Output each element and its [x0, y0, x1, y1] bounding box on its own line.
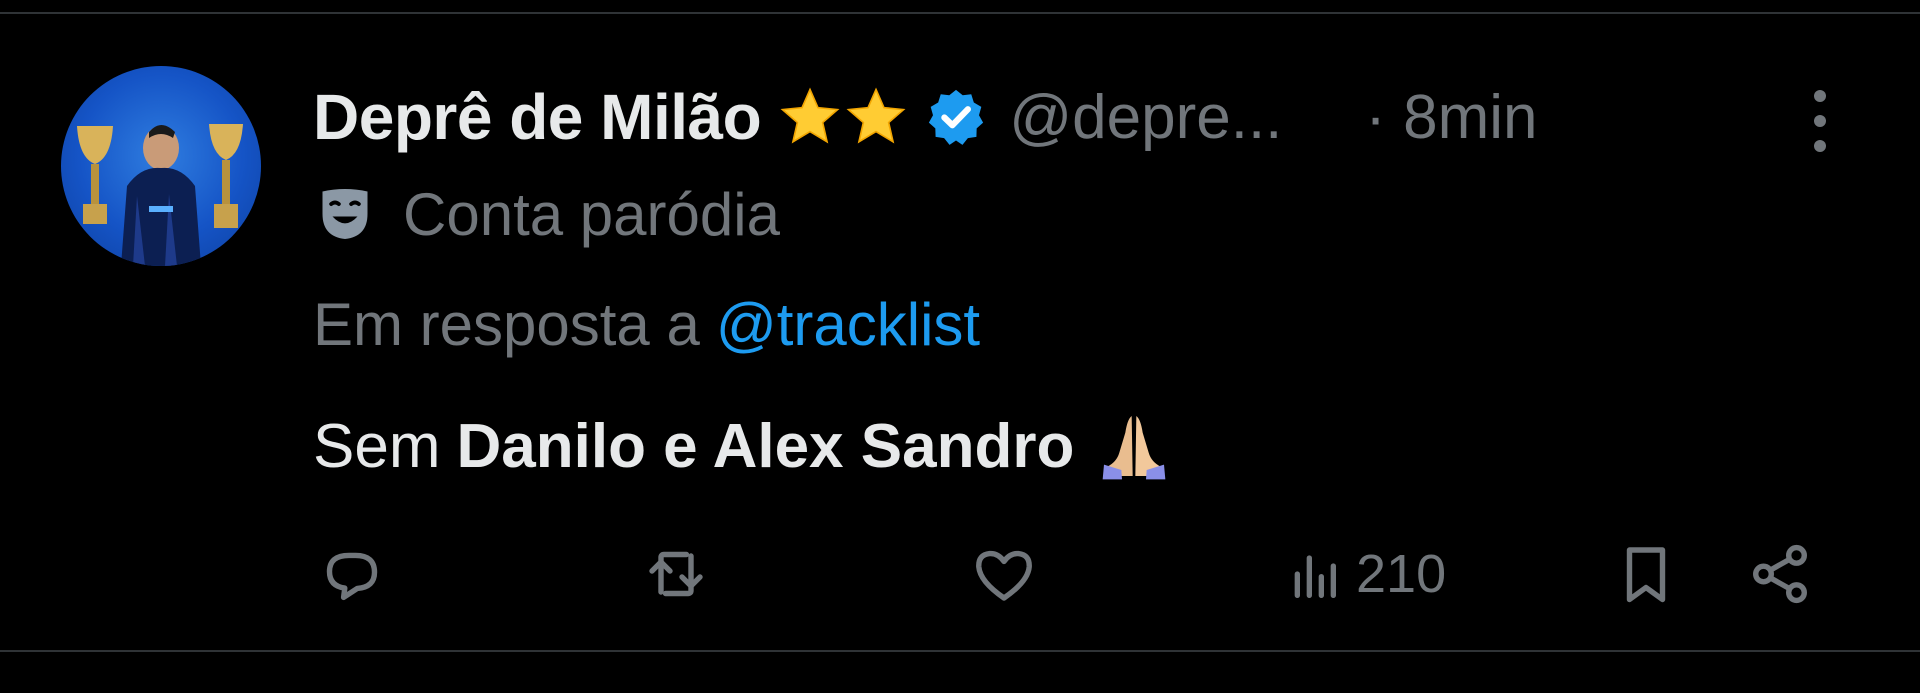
share-icon — [1753, 544, 1807, 604]
more-vertical-icon[interactable] — [1808, 86, 1832, 156]
star-icon — [846, 87, 906, 144]
heart-icon — [976, 550, 1032, 601]
tweet-text-plain: Sem — [313, 411, 441, 481]
tweet-text: Sem Danilo e Alex Sandro — [313, 396, 1174, 496]
parody-label: Conta paródia — [403, 180, 780, 248]
tweet-header: Deprê de Milão @depre... · 8min — [313, 72, 1537, 162]
bottom-divider — [0, 650, 1920, 652]
tweet-text-bold: Danilo e Alex Sandro — [456, 411, 1075, 481]
like-button[interactable] — [968, 534, 1040, 614]
author-handle[interactable]: @depre... — [1009, 82, 1339, 153]
share-button[interactable] — [1744, 534, 1816, 614]
praying-hands-icon — [1103, 416, 1166, 480]
tweet[interactable]: Deprê de Milão @depre... · 8min Conta pa… — [0, 14, 1920, 650]
author-display-name[interactable]: Deprê de Milão — [313, 80, 762, 154]
theater-mask-icon — [322, 189, 368, 239]
avatar[interactable] — [61, 66, 261, 266]
name-badge-stars — [777, 84, 909, 150]
action-bar: 210 — [0, 534, 1920, 614]
views-button[interactable]: 210 — [1284, 534, 1446, 614]
post-time[interactable]: · 8min — [1365, 82, 1537, 153]
avatar-image — [77, 124, 243, 266]
views-chart-icon — [1294, 555, 1336, 598]
verified-badge-icon[interactable] — [925, 86, 987, 148]
reply-button[interactable] — [316, 534, 388, 614]
repost-button[interactable] — [640, 534, 712, 614]
views-count: 210 — [1356, 544, 1447, 604]
reply-prefix: Em resposta a — [313, 290, 700, 358]
bookmark-icon — [1626, 547, 1666, 603]
bookmark-button[interactable] — [1610, 534, 1682, 614]
reply-icon — [326, 552, 378, 601]
parody-label-row: Conta paródia — [315, 174, 780, 254]
repost-icon — [649, 551, 703, 597]
reply-to-handle[interactable]: @tracklist — [716, 290, 980, 359]
star-icon — [780, 87, 840, 144]
reply-context: Em resposta a @tracklist — [313, 284, 980, 364]
